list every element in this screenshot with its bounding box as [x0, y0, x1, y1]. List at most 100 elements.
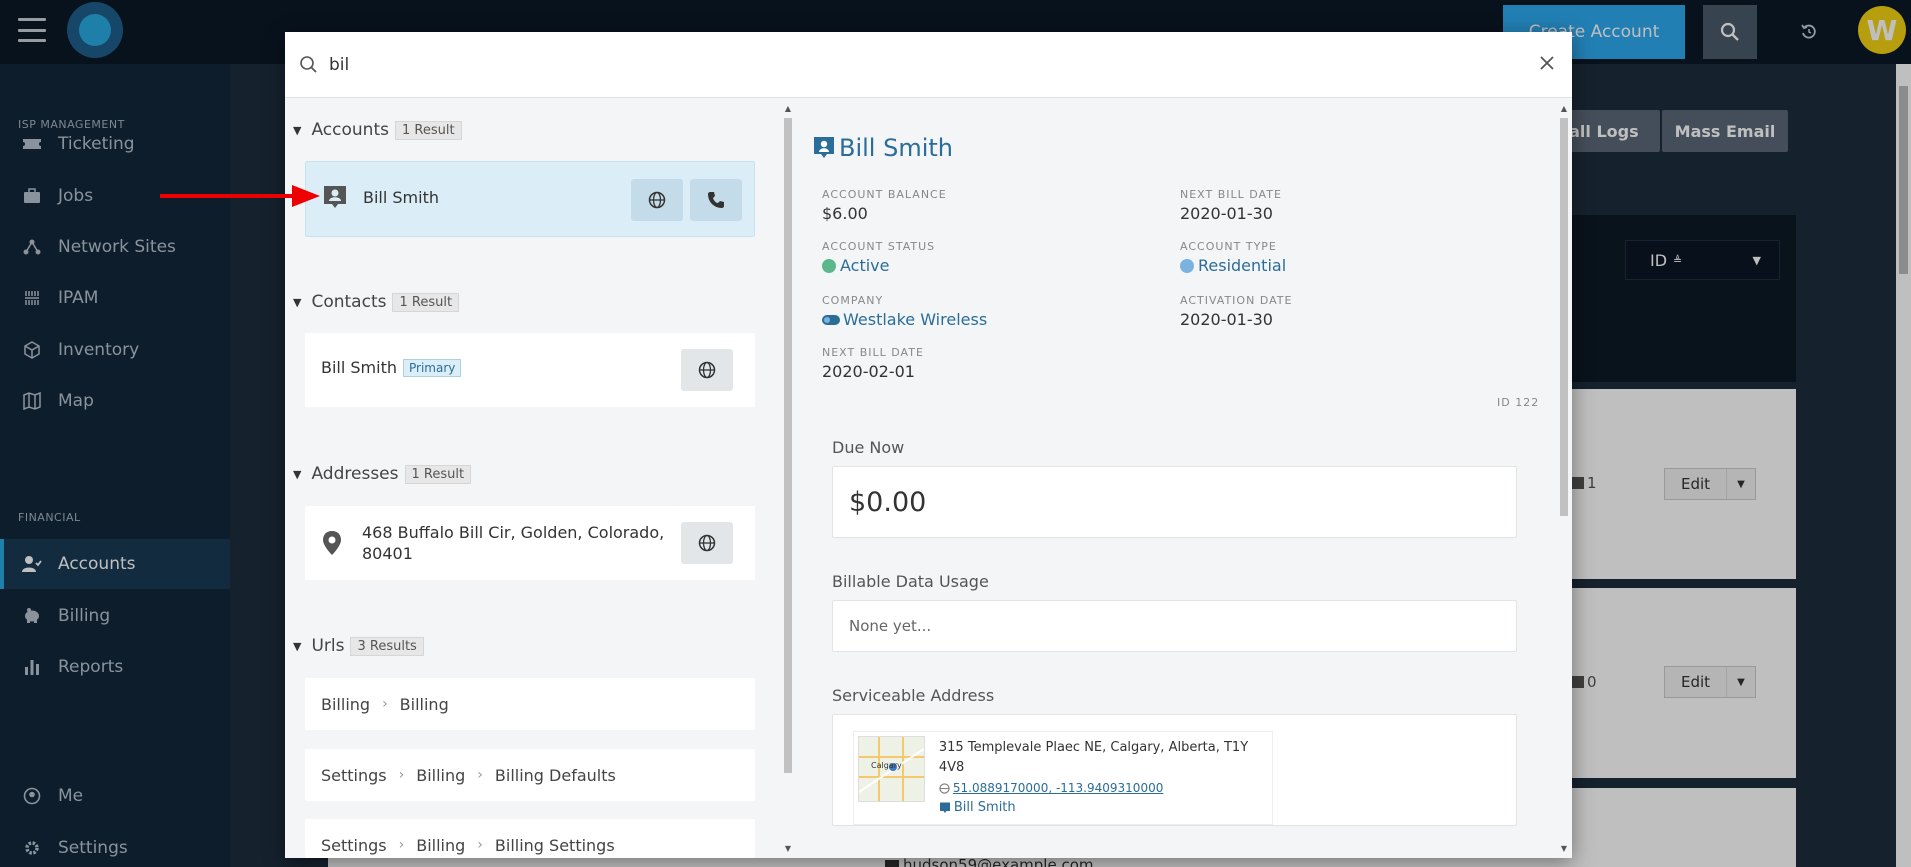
- type-dot-icon: [1180, 258, 1194, 273]
- search-icon: [300, 55, 317, 73]
- collapse-triangle-icon[interactable]: ▼: [293, 468, 301, 481]
- address-text: 468 Buffalo Bill Cir, Golden, Colorado, …: [362, 522, 664, 564]
- phone-button[interactable]: [690, 179, 742, 221]
- section-title: Contacts: [311, 292, 387, 312]
- account-status-label: ACCOUNT STATUS: [822, 240, 936, 253]
- globe-icon: [698, 361, 716, 379]
- section-accounts[interactable]: ▼ Accounts 1 Result: [293, 120, 462, 140]
- due-now-label: Due Now: [832, 438, 905, 457]
- type-text: Residential: [1198, 256, 1287, 275]
- scroll-thumb[interactable]: [784, 118, 792, 773]
- account-balance-value: $6.00: [822, 204, 868, 223]
- scroll-up-icon[interactable]: ▲: [1557, 104, 1571, 113]
- globe-icon: [939, 782, 950, 794]
- search-bar: [285, 32, 1572, 98]
- section-addresses[interactable]: ▼ Addresses 1 Result: [293, 464, 472, 484]
- detail-pane: Bill Smith ACCOUNT BALANCE $6.00 NEXT BI…: [797, 98, 1557, 858]
- search-input[interactable]: [329, 54, 1429, 75]
- result-count-badge: 1 Result: [394, 120, 462, 140]
- account-card-icon: [814, 137, 834, 158]
- due-now-value: $0.00: [832, 466, 1517, 538]
- globe-icon: [648, 191, 666, 209]
- chevron-right-icon: ›: [477, 767, 483, 783]
- section-title: Addresses: [311, 464, 399, 484]
- address-owner-link[interactable]: Bill Smith: [954, 798, 1016, 818]
- collapse-triangle-icon[interactable]: ▼: [293, 296, 301, 309]
- activation-date-value: 2020-01-30: [1180, 310, 1273, 329]
- result-count-badge: 1 Result: [392, 292, 460, 312]
- result-count-badge: 3 Results: [350, 636, 424, 656]
- address-result-item[interactable]: 468 Buffalo Bill Cir, Golden, Colorado, …: [305, 506, 755, 580]
- primary-tag: Primary: [403, 358, 462, 377]
- contact-name: Bill Smith: [321, 358, 397, 377]
- phone-icon: [708, 192, 724, 208]
- crumb-part: Billing: [416, 765, 466, 785]
- map-thumbnail[interactable]: Calgary: [858, 736, 925, 802]
- url-result-item[interactable]: Settings › Billing › Billing Defaults: [305, 749, 755, 801]
- status-text: Active: [840, 256, 890, 275]
- section-title: Accounts: [311, 120, 389, 140]
- results-pane: ▼ Accounts 1 Result Bill Smith ▼ Contact…: [285, 98, 781, 858]
- company-logo-icon: [822, 314, 840, 325]
- address-line2: 80401: [362, 544, 413, 563]
- scroll-up-icon[interactable]: ▲: [781, 104, 795, 113]
- close-icon[interactable]: [1536, 52, 1558, 74]
- scroll-thumb[interactable]: [1560, 118, 1568, 516]
- map-city-label: Calgary: [871, 761, 902, 770]
- section-contacts[interactable]: ▼ Contacts 1 Result: [293, 292, 460, 312]
- address-details: 315 Templevale Plaec NE, Calgary, Albert…: [939, 738, 1272, 818]
- data-usage-label: Billable Data Usage: [832, 572, 989, 591]
- account-card-icon: [324, 186, 346, 208]
- globe-icon: [698, 534, 716, 552]
- section-title: Urls: [311, 636, 345, 656]
- account-type-label: ACCOUNT TYPE: [1180, 240, 1277, 253]
- activation-date-label: ACTIVATION DATE: [1180, 294, 1293, 307]
- crumb-part: Billing: [399, 694, 449, 714]
- globe-button[interactable]: [631, 179, 683, 221]
- account-result-item[interactable]: Bill Smith: [305, 161, 755, 237]
- account-status-value[interactable]: Active: [822, 256, 890, 275]
- search-modal: ▼ Accounts 1 Result Bill Smith ▼ Contact…: [285, 32, 1572, 858]
- address-full: 315 Templevale Plaec NE, Calgary, Albert…: [938, 740, 1249, 775]
- detail-scrollbar[interactable]: ▲ ▼: [1557, 102, 1571, 855]
- scroll-down-icon[interactable]: ▼: [1557, 844, 1571, 853]
- account-type-value[interactable]: Residential: [1180, 256, 1286, 275]
- collapse-triangle-icon[interactable]: ▼: [293, 640, 301, 653]
- map-pin-icon: [323, 531, 341, 555]
- coordinates-link[interactable]: 51.0889170000, -113.9409310000: [953, 778, 1163, 798]
- globe-button[interactable]: [681, 349, 733, 391]
- next-bill-date2-value: 2020-02-01: [822, 362, 915, 381]
- serviceable-address-box: Calgary 315 Templevale Plaec NE, Calgary…: [832, 714, 1517, 826]
- section-urls[interactable]: ▼ Urls 3 Results: [293, 636, 424, 656]
- address-line1: 468 Buffalo Bill Cir, Golden, Colorado,: [362, 523, 665, 542]
- url-result-item[interactable]: Settings › Billing › Billing Settings: [305, 819, 755, 858]
- account-balance-label: ACCOUNT BALANCE: [822, 188, 947, 201]
- crumb-part: Settings: [321, 835, 387, 855]
- collapse-triangle-icon[interactable]: ▼: [293, 124, 301, 137]
- account-result-name: Bill Smith: [363, 188, 439, 207]
- chevron-right-icon: ›: [382, 696, 388, 712]
- data-usage-value: None yet...: [832, 600, 1517, 652]
- results-scrollbar[interactable]: ▲ ▼: [781, 102, 795, 855]
- company-value[interactable]: Westlake Wireless: [822, 310, 987, 329]
- crumb-part: Billing Defaults: [494, 765, 616, 785]
- next-bill-date2-label: NEXT BILL DATE: [822, 346, 924, 359]
- chevron-right-icon: ›: [398, 767, 405, 783]
- globe-button[interactable]: [681, 522, 733, 564]
- red-arrow-annotation: [160, 185, 320, 207]
- contact-result-item[interactable]: Bill Smith Primary: [305, 333, 755, 407]
- crumb-part: Billing Settings: [494, 835, 615, 855]
- next-bill-date-label: NEXT BILL DATE: [1180, 188, 1282, 201]
- chevron-right-icon: ›: [398, 837, 405, 853]
- crumb-part: Billing: [321, 694, 371, 714]
- chevron-right-icon: ›: [477, 837, 483, 853]
- address-card[interactable]: Calgary 315 Templevale Plaec NE, Calgary…: [853, 731, 1273, 825]
- serviceable-address-label: Serviceable Address: [832, 686, 995, 705]
- account-title[interactable]: Bill Smith: [813, 134, 953, 162]
- company-text: Westlake Wireless: [843, 310, 988, 329]
- account-id: ID 122: [1497, 396, 1540, 409]
- scroll-down-icon[interactable]: ▼: [781, 844, 795, 853]
- url-result-item[interactable]: Billing › Billing: [305, 678, 755, 730]
- account-card-icon: [939, 802, 950, 813]
- contact-result-label: Bill Smith Primary: [321, 358, 462, 377]
